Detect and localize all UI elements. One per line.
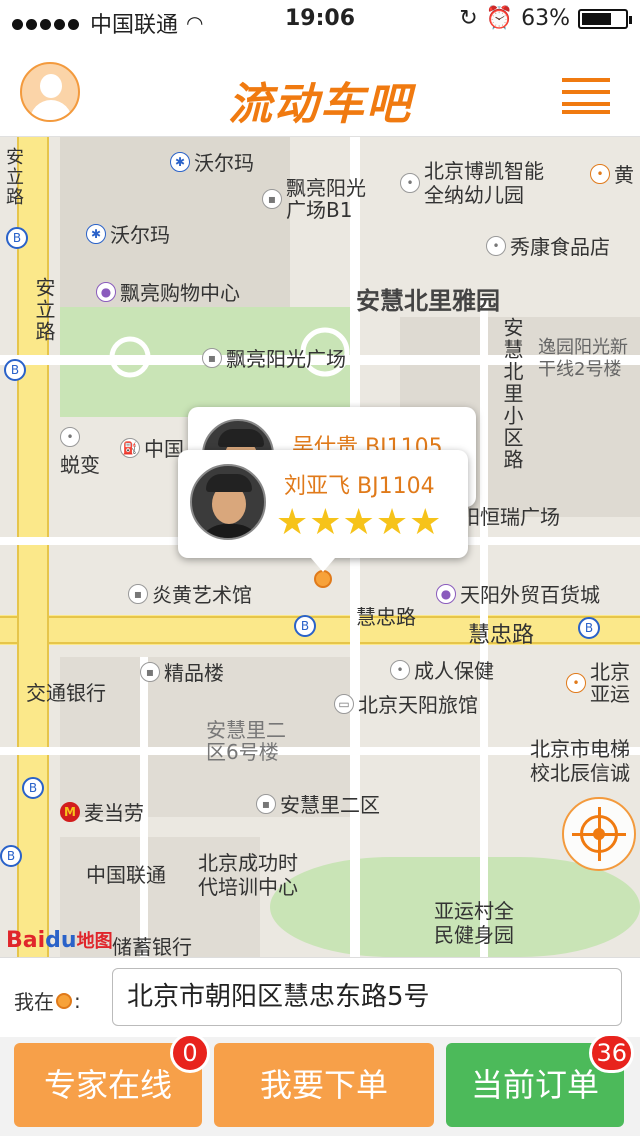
app-logo: 流动车吧 bbox=[228, 79, 412, 130]
app-header: 流动车吧 bbox=[0, 40, 640, 137]
current-location-marker bbox=[314, 570, 332, 588]
poi-tianyang-hotel[interactable]: ▭ 北京天阳旅馆 bbox=[334, 689, 478, 718]
poi-anhuili-6: 安慧里二 区6号楼 bbox=[206, 718, 286, 764]
bus-stop-icon[interactable]: B bbox=[6, 227, 28, 249]
poi-chengren[interactable]: • 成人保健 bbox=[390, 655, 494, 684]
map-view[interactable]: ✱ 沃尔玛 ✱ 沃尔玛 ● 飘亮购物中心 ▪ 飘亮阳光 广场B1 ▪ 飘亮阳光广场 • 北京… bbox=[0, 137, 640, 957]
poi-kindergarten[interactable]: • 北京博凯智能 全纳幼儿园 bbox=[400, 159, 544, 207]
driver-popup[interactable]: 刘亚飞 BJ1104 ★★★★★ bbox=[178, 450, 468, 558]
poi-zhongguo[interactable]: ⛽ 中国 bbox=[120, 433, 184, 462]
poi-yayun: 亚运村全 民健身园 bbox=[434, 899, 514, 947]
status-bar: 中国联通 ◠ 19:06 ↻ ⏰ 63% bbox=[0, 0, 640, 40]
battery-icon bbox=[578, 8, 632, 29]
poi-anhuili-2qu[interactable]: ▪ 安慧里二区 bbox=[256, 789, 380, 818]
baidu-map-logo: Baidu地图 bbox=[6, 928, 113, 953]
place-order-button[interactable]: 我要下单 bbox=[214, 1043, 434, 1127]
poi-unicom: 中国联通 bbox=[86, 863, 166, 887]
current-orders-button[interactable]: 当前订单 36 bbox=[446, 1033, 634, 1127]
poi-jiaotong-bank[interactable]: 交通银行 bbox=[26, 677, 106, 706]
poi-wubian[interactable]: • 蜕变 bbox=[60, 427, 100, 478]
expert-online-button[interactable]: 专家在线 0 bbox=[14, 1033, 210, 1127]
menu-icon[interactable] bbox=[562, 78, 610, 114]
bus-stop-icon[interactable]: B bbox=[22, 777, 44, 799]
bus-stop-icon[interactable]: B bbox=[578, 617, 600, 639]
road-anhui-beili: 安慧北里小区路 bbox=[500, 317, 524, 471]
poi-jingpin[interactable]: ▪ 精品楼 bbox=[140, 657, 224, 686]
popup-pointer bbox=[311, 558, 335, 572]
poi-elevator: 北京市电梯 校北辰信诚 bbox=[530, 737, 630, 785]
expert-badge: 0 bbox=[170, 1033, 210, 1073]
rating-stars: ★★★★★ bbox=[276, 502, 443, 543]
poi-tianyang-store[interactable]: ● 天阳外贸百货城 bbox=[436, 579, 600, 608]
poi-anhui-yayuan: 安慧北里雅园 bbox=[356, 287, 500, 315]
driver-name: 刘亚飞 BJ1104 bbox=[284, 474, 435, 499]
poi-mcdonalds[interactable]: M 麦当劳 bbox=[60, 797, 144, 826]
poi-huang[interactable]: • 黄 bbox=[590, 159, 634, 188]
rotation-lock-icon: ↻ bbox=[459, 6, 478, 31]
road-huizhong: 慧忠路 bbox=[468, 623, 535, 648]
alarm-icon: ⏰ bbox=[485, 6, 514, 31]
bus-stop-icon[interactable]: B bbox=[0, 845, 22, 867]
bus-stop-icon[interactable]: B bbox=[294, 615, 316, 637]
location-dot-icon bbox=[56, 992, 72, 1009]
poi-beiya[interactable]: • 北京 亚运 bbox=[566, 661, 630, 705]
poi-piaoliang-b1[interactable]: ▪ 飘亮阳光 广场B1 bbox=[262, 177, 366, 221]
poi-yiyuan: 逸园阳光新 干线2号楼 bbox=[538, 337, 628, 380]
poi-postal: 储蓄银行 bbox=[112, 935, 192, 957]
bus-stop-icon[interactable]: B bbox=[4, 359, 26, 381]
user-avatar-icon[interactable] bbox=[20, 62, 80, 122]
locate-me-button[interactable] bbox=[562, 797, 636, 871]
driver-photo bbox=[190, 464, 266, 540]
poi-piaoliang-plaza[interactable]: ▪ 飘亮阳光广场 bbox=[202, 343, 346, 372]
poi-walmart[interactable]: ✱ 沃尔玛 bbox=[170, 147, 254, 176]
battery-percent: 63% bbox=[521, 6, 570, 31]
road-anli-left: 安立路 bbox=[3, 147, 24, 207]
poi-walmart[interactable]: ✱ 沃尔玛 bbox=[86, 219, 170, 248]
poi-xiukang[interactable]: • 秀康食品店 bbox=[486, 231, 610, 260]
action-bar: 专家在线 0 我要下单 当前订单 36 bbox=[0, 1033, 640, 1136]
poi-piaoliang-shopping[interactable]: ● 飘亮购物中心 bbox=[96, 277, 240, 306]
orders-badge: 36 bbox=[589, 1033, 634, 1073]
road-huizhong-small: 慧忠路 bbox=[356, 605, 416, 629]
location-label: 我在 : bbox=[14, 988, 81, 1015]
address-field[interactable]: 北京市朝阳区慧忠东路5号 bbox=[112, 968, 622, 1026]
location-bar: 我在 : 北京市朝阳区慧忠东路5号 bbox=[0, 957, 640, 1038]
poi-yanhuang[interactable]: ▪ 炎黄艺术馆 bbox=[128, 579, 252, 608]
poi-chenggong: 北京成功时 代培训中心 bbox=[198, 851, 298, 899]
road-anli: 安立路 bbox=[32, 277, 56, 343]
